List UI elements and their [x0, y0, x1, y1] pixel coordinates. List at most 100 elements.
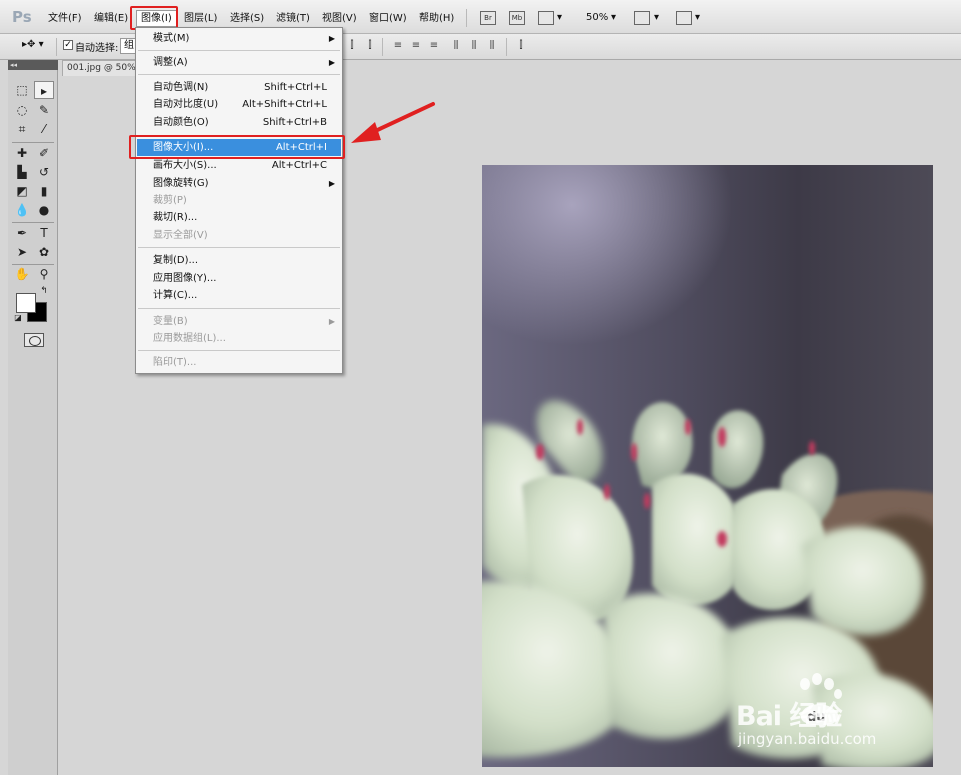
move-tool-icon[interactable]: ▸	[34, 81, 54, 99]
annotation-arrow-icon	[351, 102, 435, 143]
menu-item-shortcut: Alt+Ctrl+C	[271, 160, 327, 171]
move-tool-preset-icon[interactable]: ▸✥ ▾	[22, 39, 44, 50]
watermark-url: jingyan.baidu.com	[738, 730, 877, 748]
default-colors-icon[interactable]: ◪	[13, 313, 23, 323]
menu-item-label: 陷印(T)...	[153, 357, 197, 368]
distribute-icon[interactable]: ≡	[392, 40, 404, 52]
hand-tool-icon[interactable]: ✋	[12, 265, 32, 283]
menu-window[interactable]: 窗口(W)	[369, 12, 407, 26]
menu-item-variables[interactable]: 变量(B) ▶	[137, 313, 341, 330]
menu-item-label: 裁剪(P)	[153, 195, 187, 206]
shape-tool-icon[interactable]: ✿	[34, 243, 54, 261]
marquee-tool-icon[interactable]: ⬚	[12, 81, 32, 99]
menu-edit[interactable]: 编辑(E)	[94, 12, 128, 26]
chevron-down-icon[interactable]: ▾	[695, 12, 700, 23]
image-menu-dropdown: 模式(M) ▶ 调整(A) ▶ 自动色调(N) Shift+Ctrl+L 自动对…	[135, 27, 343, 374]
menu-file[interactable]: 文件(F)	[48, 12, 82, 26]
menu-help[interactable]: 帮助(H)	[419, 12, 454, 26]
menu-item-apply-data-set[interactable]: 应用数据组(L)...	[137, 330, 341, 347]
clone-stamp-tool-icon[interactable]: ▙	[12, 163, 32, 181]
menu-item-label: 应用数据组(L)...	[153, 333, 226, 344]
foreground-color-swatch[interactable]	[16, 293, 36, 313]
menu-item-label: 变量(B)	[153, 316, 188, 327]
distribute-icon[interactable]: ≡	[428, 40, 440, 52]
mini-bridge-icon[interactable]: Mb	[509, 11, 525, 25]
menu-separator	[138, 350, 340, 351]
menu-item-auto-tone[interactable]: 自动色调(N) Shift+Ctrl+L	[137, 79, 341, 96]
menu-item-trim[interactable]: 裁切(R)...	[137, 209, 341, 226]
lasso-tool-icon[interactable]: ◌	[12, 101, 32, 119]
menu-item-label: 自动对比度(U)	[153, 99, 219, 110]
menu-item-auto-color[interactable]: 自动颜色(O) Shift+Ctrl+B	[137, 114, 341, 131]
auto-select-checkbox[interactable]: ✓	[63, 40, 73, 50]
chevron-down-icon[interactable]: ▾	[654, 12, 659, 23]
history-brush-tool-icon[interactable]: ↺	[34, 163, 54, 181]
menu-item-label: 画布大小(S)...	[153, 160, 217, 171]
tools-divider	[12, 222, 54, 223]
menu-item-shortcut: Shift+Ctrl+B	[262, 117, 327, 128]
menu-item-crop[interactable]: 裁剪(P)	[137, 192, 341, 209]
menu-select[interactable]: 选择(S)	[230, 12, 264, 26]
menu-item-trap[interactable]: 陷印(T)...	[137, 354, 341, 371]
menu-view[interactable]: 视图(V)	[322, 12, 357, 26]
tools-panel-header[interactable]: ◂◂	[8, 60, 58, 70]
align-icon[interactable]: ⫿	[364, 40, 376, 52]
arrange-documents-icon[interactable]	[634, 11, 650, 25]
options-divider	[506, 38, 507, 56]
distribute-icon[interactable]: ⫼	[468, 40, 480, 52]
eraser-tool-icon[interactable]: ◩	[12, 182, 32, 200]
menu-item-mode[interactable]: 模式(M) ▶	[137, 30, 341, 47]
blur-tool-icon[interactable]: 💧	[12, 201, 32, 219]
menu-separator	[138, 50, 340, 51]
align-icon[interactable]: ⫿	[346, 40, 358, 52]
zoom-tool-icon[interactable]: ⚲	[34, 265, 54, 283]
distribute-icon[interactable]: ⫼	[486, 40, 498, 52]
chevron-down-icon[interactable]: ▾	[611, 12, 616, 23]
zoom-level[interactable]: 50%	[586, 12, 608, 23]
dodge-tool-icon[interactable]: ●	[34, 201, 54, 219]
document-tab[interactable]: 001.jpg @ 50%	[62, 60, 140, 76]
menu-layer[interactable]: 图层(L)	[184, 12, 217, 26]
menu-item-canvas-size[interactable]: 画布大小(S)... Alt+Ctrl+C	[137, 157, 341, 174]
menu-item-calculations[interactable]: 计算(C)...	[137, 287, 341, 304]
quick-mask-icon[interactable]	[24, 333, 44, 347]
watermark-brand: Bai 经验	[736, 701, 842, 732]
menu-item-label: 显示全部(V)	[153, 230, 208, 241]
menu-item-reveal-all[interactable]: 显示全部(V)	[137, 227, 341, 244]
eyedropper-tool-icon[interactable]: ⁄	[34, 120, 54, 138]
menu-item-auto-contrast[interactable]: 自动对比度(U) Alt+Shift+Ctrl+L	[137, 96, 341, 113]
menu-filter[interactable]: 滤镜(T)	[276, 12, 310, 26]
screen-mode-icon[interactable]	[676, 11, 692, 25]
auto-select-label: 自动选择:	[75, 43, 119, 54]
swap-colors-icon[interactable]: ↰	[38, 285, 50, 297]
submenu-arrow-icon: ▶	[328, 34, 335, 43]
menu-item-label: 图像旋转(G)	[153, 178, 209, 189]
bridge-icon[interactable]: Br	[480, 11, 496, 25]
auto-align-icon[interactable]: ⫿	[515, 40, 527, 52]
menu-item-apply-image[interactable]: 应用图像(Y)...	[137, 270, 341, 287]
chevron-down-icon[interactable]: ▾	[557, 12, 562, 23]
menu-item-label: 自动色调(N)	[153, 82, 209, 93]
quick-select-tool-icon[interactable]: ✎	[34, 101, 54, 119]
menu-item-image-rotation[interactable]: 图像旋转(G) ▶	[137, 175, 341, 192]
tools-divider	[12, 142, 54, 143]
menu-item-label: 模式(M)	[153, 33, 190, 44]
brush-tool-icon[interactable]: ✐	[34, 144, 54, 162]
menu-separator	[138, 247, 340, 248]
options-divider	[56, 38, 57, 56]
type-tool-icon[interactable]: T	[34, 224, 54, 242]
pen-tool-icon[interactable]: ✒	[12, 224, 32, 242]
tools-panel: ⬚ ▸ ◌ ✎ ⌗ ⁄ ✚ ✐ ▙ ↺ ◩ ▮ 💧 ● ✒ T ➤ ✿ ✋ ⚲	[8, 60, 58, 775]
gradient-tool-icon[interactable]: ▮	[34, 182, 54, 200]
menu-item-duplicate[interactable]: 复制(D)...	[137, 252, 341, 269]
distribute-icon[interactable]: ⫼	[450, 40, 462, 52]
path-select-tool-icon[interactable]: ➤	[12, 243, 32, 261]
extras-icon[interactable]	[538, 11, 554, 25]
menu-item-adjustments[interactable]: 调整(A) ▶	[137, 54, 341, 71]
menu-item-label: 应用图像(Y)...	[153, 273, 217, 284]
distribute-icon[interactable]: ≡	[410, 40, 422, 52]
crop-tool-icon[interactable]: ⌗	[12, 120, 32, 138]
menu-item-label: 裁切(R)...	[153, 212, 198, 223]
healing-brush-tool-icon[interactable]: ✚	[12, 144, 32, 162]
menu-item-label: 调整(A)	[153, 57, 188, 68]
